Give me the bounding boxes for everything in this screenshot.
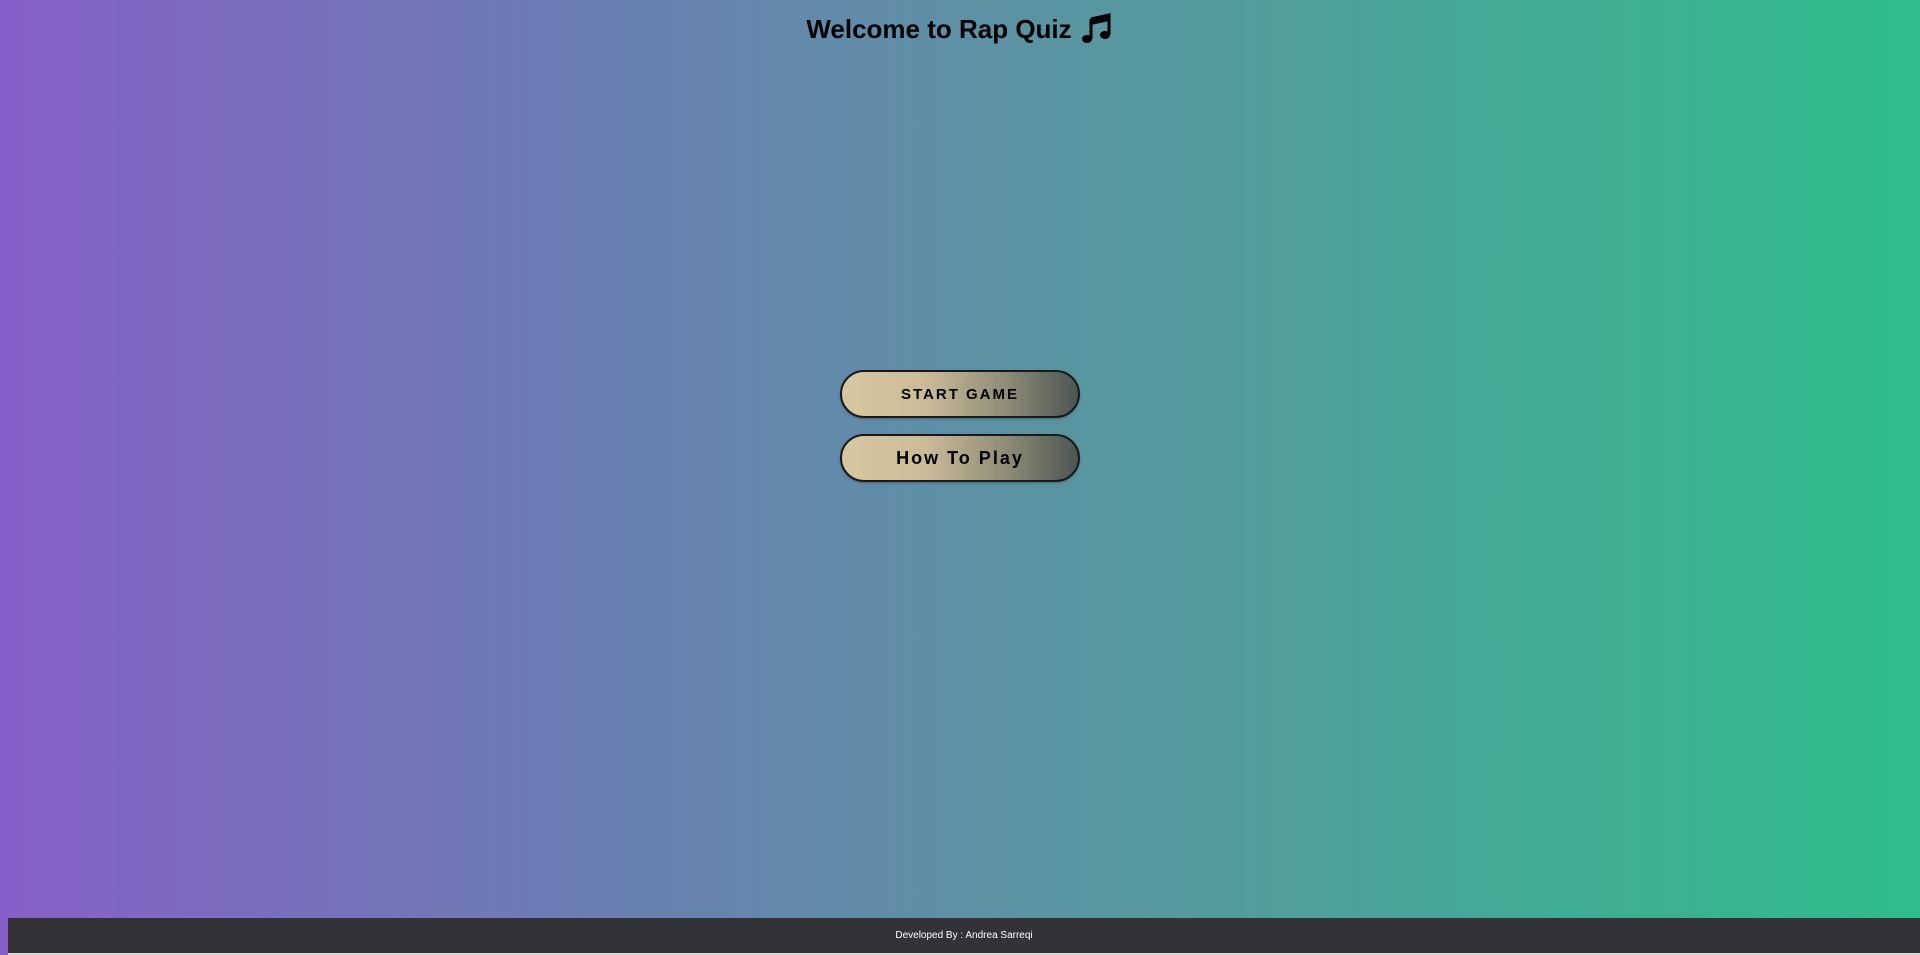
page-title: Welcome to Rap Quiz [0,12,1920,46]
footer-credit: Developed By : Andrea Sarreqi [895,930,1033,941]
page-root: Welcome to Rap Quiz START GAME How To Pl… [0,0,1920,955]
page-title-text: Welcome to Rap Quiz [806,13,1072,44]
music-notes-icon [1080,12,1114,46]
how-to-play-button[interactable]: How To Play [840,434,1080,482]
main-menu: START GAME How To Play [840,370,1080,482]
start-game-button[interactable]: START GAME [840,370,1080,418]
footer: Developed By : Andrea Sarreqi [8,918,1920,953]
